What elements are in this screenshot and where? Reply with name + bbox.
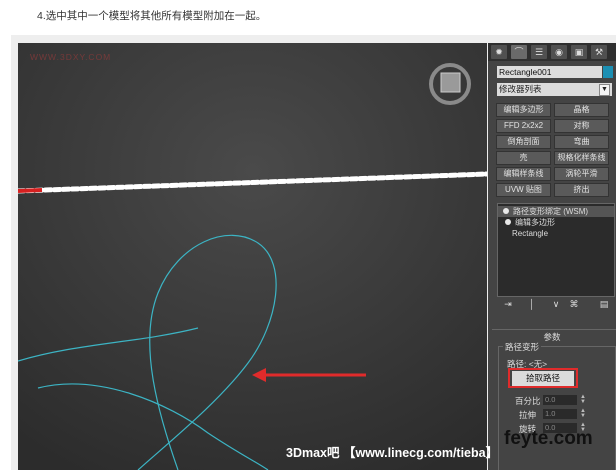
make-unique-icon[interactable]: ∨ [551,299,561,311]
modifier-button[interactable]: 涡轮平滑 [554,167,609,181]
footer-watermark: 3Dmax吧 【www.linecg.com/tieba】 [286,446,499,460]
modifier-button[interactable]: 晶格 [554,103,609,117]
display-tab-icon[interactable]: ▣ [571,45,587,59]
command-panel-tabs: ✹ ⌒ ☰ ◉ ▣ ⚒ [488,43,616,61]
remove-modifier-icon[interactable]: ⌘ [569,299,579,311]
modifier-button[interactable]: 对称 [554,119,609,133]
stack-item-label: 路径变形绑定 (WSM) [513,207,589,216]
create-tab-icon[interactable]: ✹ [491,45,507,59]
modifier-button[interactable]: UVW 贴图 [496,183,551,197]
group-label: 路径变形 [503,341,542,353]
modifier-button[interactable]: 编辑多边形 [496,103,551,117]
modifier-button[interactable]: 倒角剖面 [496,135,551,149]
brand-watermark: feyte.com [504,428,593,449]
watermark-text: WWW.3DXY.COM [30,52,112,62]
modifier-button[interactable]: 编辑样条线 [496,167,551,181]
modifier-button[interactable]: 挤出 [554,183,609,197]
percent-label: 百分比 [515,396,541,406]
modifier-button[interactable]: FFD 2x2x2 [496,119,551,133]
stack-item-label: Rectangle [512,229,549,238]
motion-tab-icon[interactable]: ◉ [551,45,567,59]
perspective-viewport[interactable]: WWW.3DXY.COM [18,43,487,470]
modifier-button[interactable]: 规格化样条线 [554,151,609,165]
modifier-button[interactable]: 弯曲 [554,135,609,149]
stack-item-label: 编辑多边形 [515,218,555,227]
modifier-list-dropdown[interactable]: 修改器列表 ▼ [497,83,612,96]
path-deform-group: 路径变形 路径: <无> 拾取路径 百分比 0.0 ▲ ▼ 拉伸 1.0 ▲ ▼ 旋… [498,341,616,470]
bulb-icon[interactable] [503,208,509,214]
configure-sets-icon[interactable]: ▤ [599,299,609,311]
hierarchy-tab-icon[interactable]: ☰ [531,45,547,59]
show-end-result-icon[interactable]: │ [527,299,537,311]
chevron-down-icon[interactable]: ▼ [599,84,610,96]
utilities-tab-icon[interactable]: ⚒ [591,45,607,59]
pin-stack-icon[interactable]: ⇥ [503,299,513,311]
modifier-list-label: 修改器列表 [499,84,542,94]
stack-toolbar: ⇥ │ ∨ ⌘ ▤ [497,299,613,313]
stack-item[interactable]: 路径变形绑定 (WSM) [498,206,614,217]
modify-tab-icon[interactable]: ⌒ [511,45,527,59]
pick-path-button[interactable]: 拾取路径 [512,371,574,386]
object-color-swatch[interactable] [603,66,613,78]
viewport-canvas [18,43,487,470]
stack-item[interactable]: Rectangle [512,228,548,239]
percent-spinner[interactable]: 0.0 [543,395,577,405]
modifier-stack[interactable]: 路径变形绑定 (WSM) 编辑多边形 Rectangle [497,203,615,297]
stretch-label: 拉伸 [519,410,537,420]
command-panel: ✹ ⌒ ☰ ◉ ▣ ⚒ Rectangle001 修改器列表 ▼ 编辑多边形 晶… [488,43,616,470]
stack-item[interactable]: 编辑多边形 [500,217,555,228]
spinner-arrows-icon[interactable]: ▲ ▼ [579,394,587,405]
step-caption: 4.选中其中一个模型将其他所有模型附加在一起。 [37,10,267,22]
object-name-field[interactable]: Rectangle001 [497,66,602,78]
spinner-arrows-icon[interactable]: ▲ ▼ [579,408,587,419]
bulb-icon[interactable] [505,219,511,225]
stretch-spinner[interactable]: 1.0 [543,409,577,419]
modifier-button[interactable]: 壳 [496,151,551,165]
